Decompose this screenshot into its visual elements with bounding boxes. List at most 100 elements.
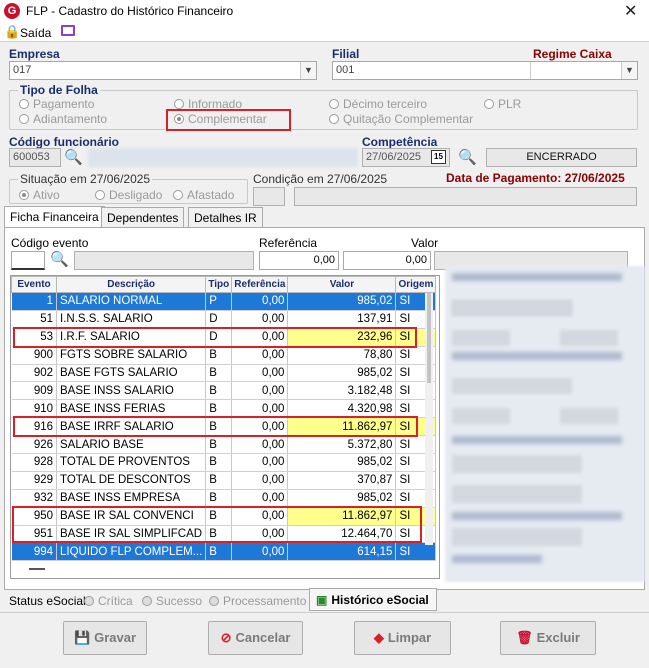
cell-valor: 78,80 (287, 346, 397, 365)
blurred-heading (452, 512, 622, 520)
limpar-button[interactable]: ◆ Limpar (354, 621, 451, 655)
tipo-folha-title: Tipo de Folha (18, 83, 100, 97)
cell-tipo: B (205, 346, 233, 365)
close-window-button[interactable]: ✕ (624, 1, 637, 21)
radio-dot (19, 99, 29, 109)
search-competencia-icon[interactable]: 🔍 (458, 148, 477, 166)
radio-dot (209, 596, 219, 606)
grid-footer-mark (29, 568, 45, 570)
search-evento-icon[interactable]: 🔍 (50, 250, 69, 268)
col-tipo[interactable]: Tipo (205, 276, 233, 293)
tab-ficha-financeira[interactable]: Ficha Financeira (4, 206, 105, 228)
radio-pagamento[interactable]: Pagamento (19, 97, 94, 111)
blurred-field (452, 455, 582, 473)
monitor-icon[interactable] (61, 25, 75, 36)
col-evento[interactable]: Evento (11, 276, 57, 293)
gravar-button[interactable]: 💾 Gravar (63, 621, 147, 655)
cell-referencia: 0,00 (231, 292, 289, 311)
situacao-title: Situação em 27/06/2025 (18, 172, 153, 186)
blurred-field (560, 330, 618, 346)
radio-desligado[interactable]: Desligado (95, 188, 162, 202)
radio-ativo[interactable]: Ativo (19, 188, 60, 202)
search-funcionario-icon[interactable]: 🔍 (64, 148, 83, 166)
cell-referencia: 0,00 (231, 310, 289, 329)
empresa-label: Empresa (9, 47, 60, 61)
table-row[interactable]: 51 I.N.S.S. SALARIO D 0,00 137,91 SI (11, 310, 437, 329)
exit-lock-icon[interactable]: 🔒 (4, 24, 20, 40)
radio-dot (84, 596, 94, 606)
grid-scrollbar[interactable] (425, 293, 433, 545)
table-row[interactable]: 932 BASE INSS EMPRESA B 0,00 985,02 SI (11, 489, 437, 508)
grid-scrollbar-thumb[interactable] (427, 293, 431, 383)
empresa-dropdown-icon[interactable]: ▼ (300, 62, 316, 79)
table-row[interactable]: 928 TOTAL DE PROVENTOS B 0,00 985,02 SI (11, 453, 437, 472)
radio-plr-label: PLR (498, 97, 522, 111)
filial-select[interactable]: 001 (332, 61, 638, 80)
codigo-funcionario-value: 600053 (13, 151, 50, 163)
radio-dot (19, 114, 29, 124)
blurred-field (452, 528, 582, 546)
cancel-icon: ⊘ (220, 630, 232, 645)
col-descricao[interactable]: Descrição (55, 276, 207, 293)
cell-referencia: 0,00 (231, 471, 289, 490)
tab-detalhes-ir[interactable]: Detalhes IR (188, 207, 263, 227)
radio-plr[interactable]: PLR (484, 97, 521, 111)
cell-descricao: SALARIO BASE (56, 435, 207, 455)
radio-quitacao-complementar[interactable]: Quitação Complementar (329, 112, 473, 126)
cell-tipo: B (205, 471, 233, 490)
radio-dot (484, 99, 494, 109)
col-origem[interactable]: Origem (395, 276, 437, 293)
cell-evento: 900 (11, 346, 57, 365)
radio-afastado[interactable]: Afastado (173, 188, 234, 202)
table-row[interactable]: 1 SALARIO NORMAL P 0,00 985,02 SI (11, 292, 437, 311)
col-referencia[interactable]: Referência (231, 276, 289, 293)
cell-evento: 909 (11, 381, 57, 401)
blurred-heading (452, 555, 542, 563)
cell-evento: 994 (11, 542, 57, 562)
table-row[interactable]: 994 LIQUIDO FLP COMPLEM... B 0,00 614,15 SI (11, 542, 437, 562)
competencia-label: Competência (362, 135, 438, 149)
exit-menu-item[interactable]: Saída (20, 26, 51, 40)
status-encerrado: ENCERRADO (486, 148, 637, 167)
codigo-evento-input[interactable] (11, 251, 45, 270)
radio-processamento[interactable]: Processamento (209, 594, 306, 608)
referencia-label: Referência (259, 236, 318, 250)
table-row[interactable]: 902 BASE FGTS SALARIO B 0,00 985,02 SI (11, 364, 437, 383)
radio-processamento-label: Processamento (223, 594, 307, 608)
cell-referencia: 0,00 (231, 364, 289, 383)
blurred-heading (452, 352, 622, 360)
table-row[interactable]: 926 SALARIO BASE B 0,00 5.372,80 SI (11, 435, 437, 455)
cancelar-label: Cancelar (235, 630, 291, 645)
cell-descricao: TOTAL DE PROVENTOS (56, 453, 207, 472)
radio-sucesso-label: Sucesso (156, 594, 203, 608)
cancelar-button[interactable]: ⊘ Cancelar (208, 621, 303, 655)
table-row[interactable]: 929 TOTAL DE DESCONTOS B 0,00 370,87 SI (11, 471, 437, 490)
table-row[interactable]: 900 FGTS SOBRE SALARIO B 0,00 78,80 SI (11, 346, 437, 365)
radio-dot (329, 114, 339, 124)
codigo-funcionario-input[interactable]: 600053 (9, 148, 61, 167)
calendar-icon[interactable]: 15 (431, 150, 446, 164)
esocial-status-label: Status eSocial: (9, 594, 90, 608)
cell-descricao: LIQUIDO FLP COMPLEM... (56, 542, 207, 562)
cell-valor: 614,15 (287, 542, 397, 562)
filial-dropdown-icon[interactable]: ▼ (621, 62, 637, 79)
referencia-value: 0,00 (313, 254, 335, 266)
tab-dependentes[interactable]: Dependentes (101, 207, 185, 227)
col-valor[interactable]: Valor (287, 276, 397, 293)
radio-critica[interactable]: Crítica (84, 594, 133, 608)
annotation-highlight-box (13, 416, 418, 437)
cell-valor: 5.372,80 (287, 435, 397, 455)
table-row[interactable]: 909 BASE INSS SALARIO B 0,00 3.182,48 SI (11, 381, 437, 401)
evento-descricao-field (74, 251, 254, 270)
radio-decimo-terceiro[interactable]: Décimo terceiro (329, 97, 427, 111)
cell-evento: 926 (11, 435, 57, 455)
referencia-input[interactable]: 0,00 (259, 251, 339, 270)
cell-tipo: B (205, 435, 233, 455)
excluir-button[interactable]: 🗑 Excluir (500, 621, 596, 655)
empresa-select[interactable]: 017 (9, 61, 317, 80)
valor-input[interactable]: 0,00 (343, 251, 431, 270)
filial-label: Filial (332, 47, 360, 61)
radio-sucesso[interactable]: Sucesso (142, 594, 202, 608)
historico-esocial-button[interactable]: ▣ Histórico eSocial (309, 588, 437, 611)
radio-adiantamento[interactable]: Adiantamento (19, 112, 107, 126)
